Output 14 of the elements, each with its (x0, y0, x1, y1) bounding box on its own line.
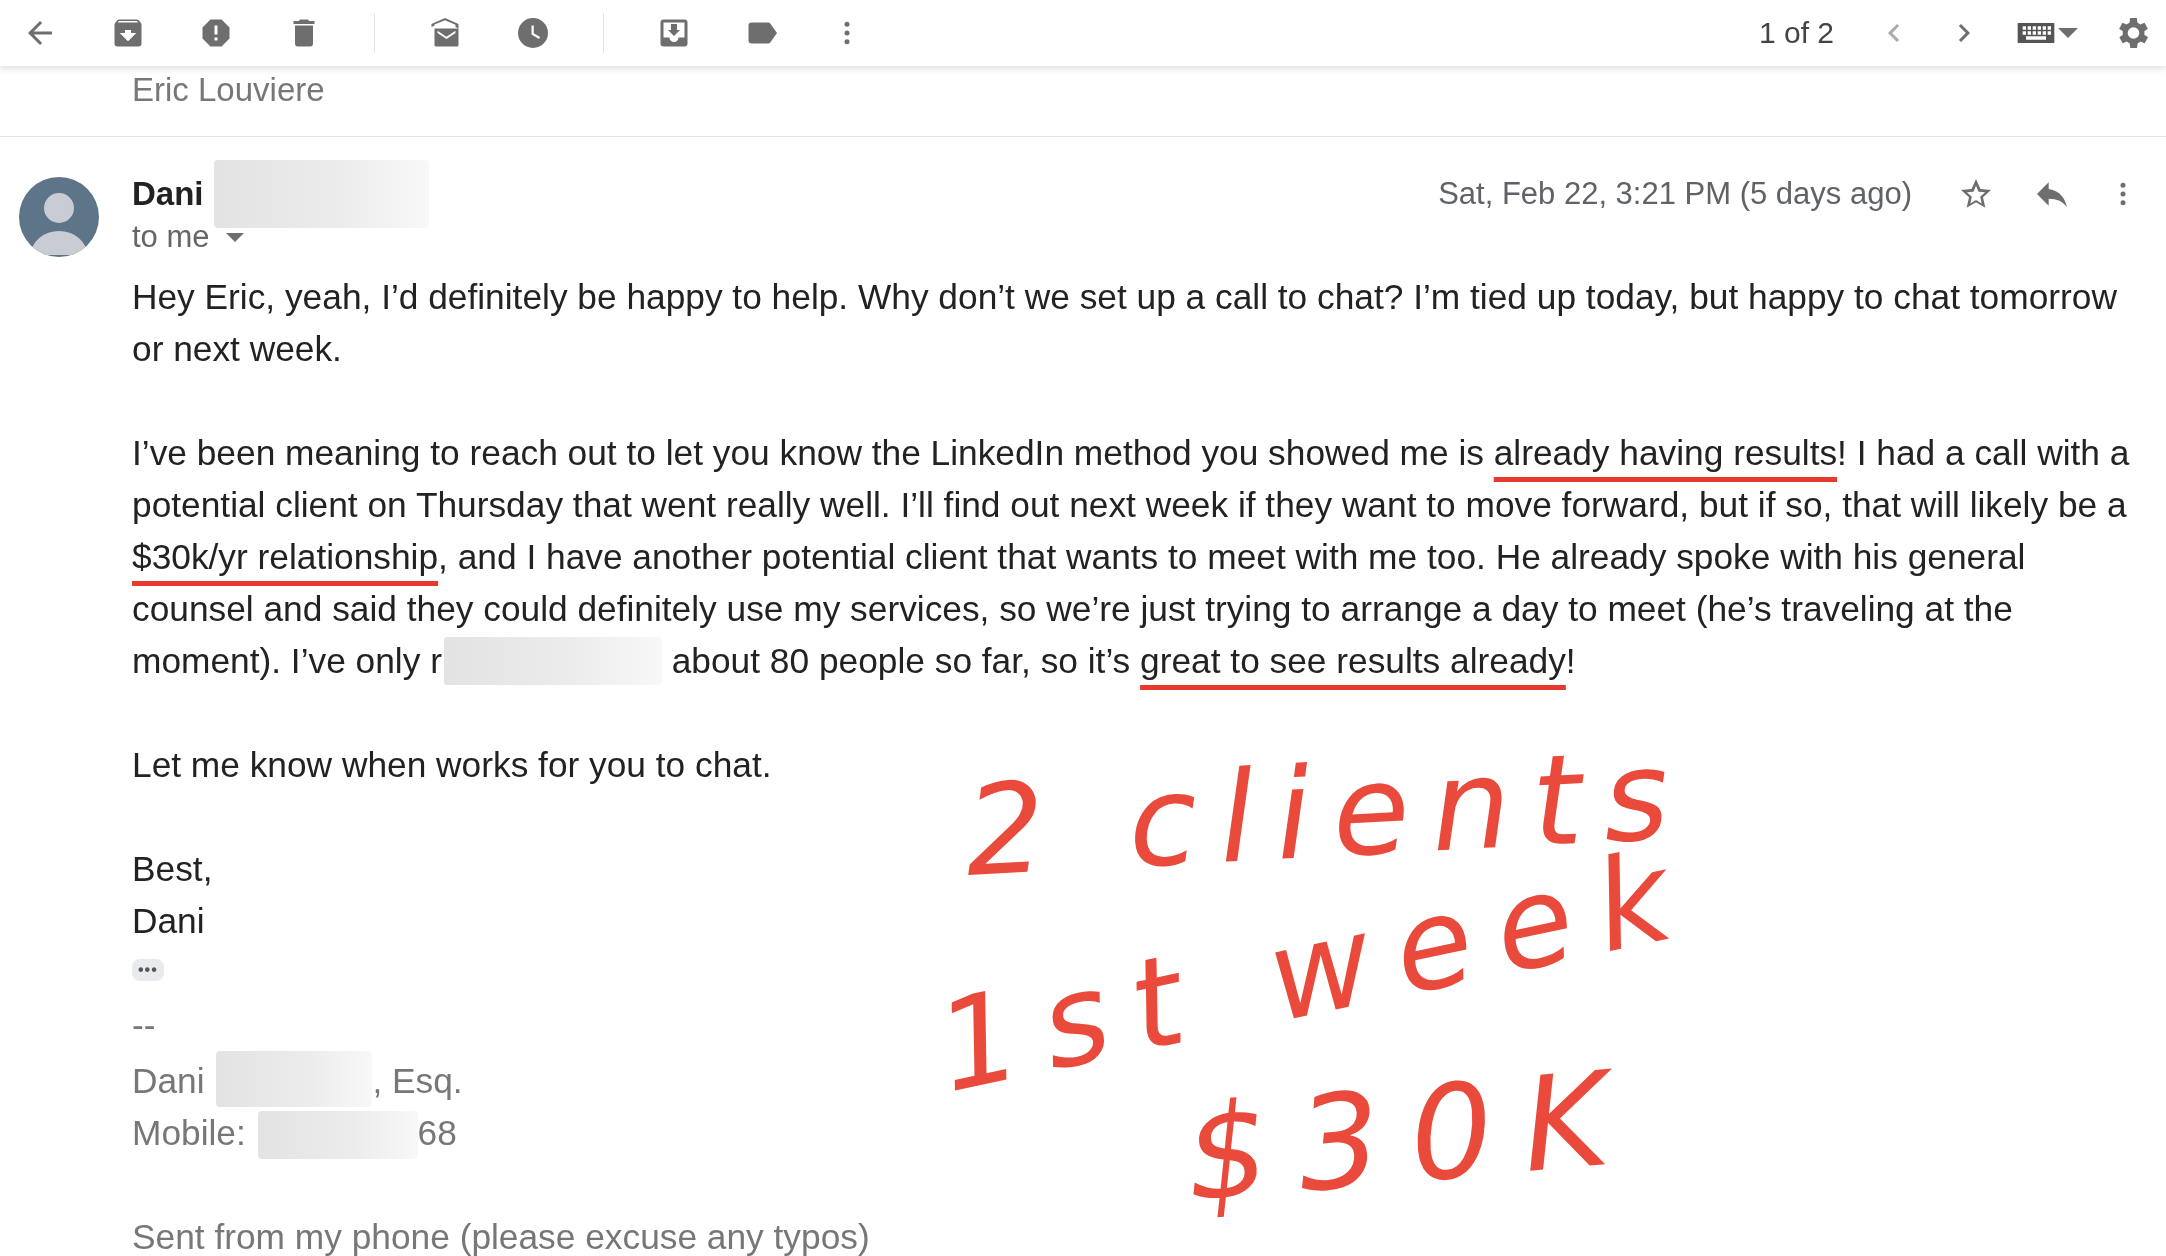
pager-count: 1 of 2 (1758, 16, 1834, 50)
body-text: Let me know when works for you to chat. (132, 744, 772, 786)
sender-name: Dani (132, 175, 204, 213)
body-text: Hey Eric, yeah, I’d definitely be happy to help. Why don’t we set up a call to chat? I’m tied up today, but happy to chat tomorrow or next week. (132, 276, 2118, 370)
recipient-toggle[interactable]: to me (132, 219, 429, 255)
message-date: Sat, Feb 22, 3:21 PM (5 days ago) (1438, 176, 1912, 212)
caret-icon (225, 232, 244, 242)
caret-icon (2058, 28, 2078, 38)
clock-icon[interactable] (515, 15, 551, 51)
show-trimmed-button[interactable]: ••• (132, 959, 164, 981)
body-text: I’ve been meaning to reach out to let you know the LinkedIn method you showed me is already having results! I had a call with a potential client on Thursday that went really well. I’ll find out next week if they want to move forward, but if so, that will likely be a $30k/yr relationship, and I have another potential client that wants to meet with me too. He already spoke with his general counsel and said they could definitely use my services, so we’re just trying to arrange a day to meet (he’s traveling at the moment). I’ve only r about 80 people so far, so it’s great to see results already! (132, 427, 2144, 687)
sender-name[interactable]: Eric Louviere (132, 70, 325, 110)
closing-text: Best, (132, 848, 214, 890)
signature-text: Sent from my phone (please excuse any typos) (132, 1216, 871, 1256)
